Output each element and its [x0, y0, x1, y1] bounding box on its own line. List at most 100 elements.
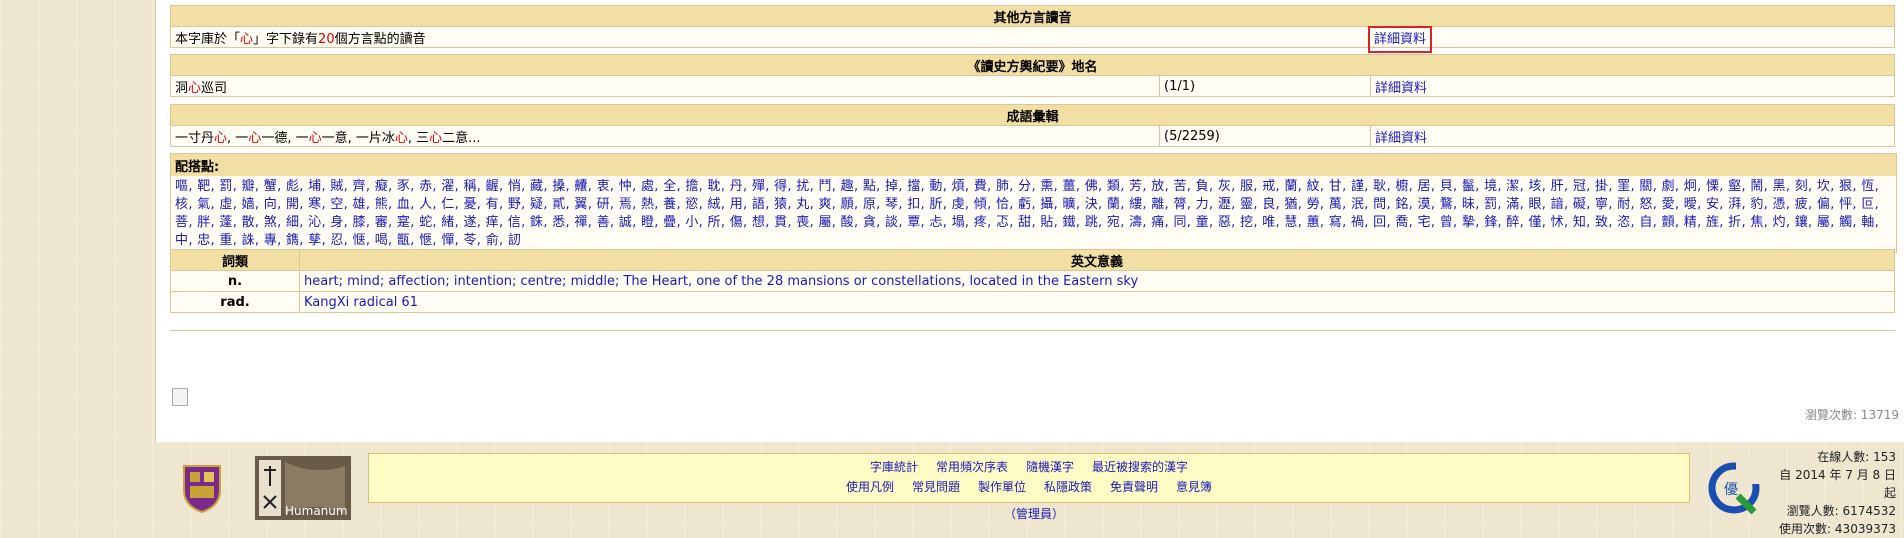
- pairing-char-link[interactable]: 虛: [219, 197, 232, 212]
- pairing-char-link[interactable]: 致: [1595, 215, 1608, 230]
- pairing-char-link[interactable]: 放: [1151, 179, 1164, 194]
- pairing-char-link[interactable]: 靈: [1240, 197, 1253, 212]
- footer-link[interactable]: 使用凡例: [846, 480, 894, 494]
- pairing-char-link[interactable]: 嘔: [175, 179, 188, 194]
- pairing-char-link[interactable]: 疊: [663, 215, 676, 230]
- pairing-char-link[interactable]: 蟹: [264, 179, 277, 194]
- pairing-char-link[interactable]: 關: [1639, 179, 1652, 194]
- pairing-char-link[interactable]: 鐵: [1063, 215, 1076, 230]
- pairing-char-link[interactable]: 唯: [1262, 215, 1275, 230]
- humanum-logo[interactable]: Humanum: [255, 456, 351, 520]
- pairing-char-link[interactable]: 服: [1240, 179, 1253, 194]
- pairing-char-link[interactable]: 熏: [1040, 179, 1053, 194]
- pairing-char-link[interactable]: 童: [1196, 215, 1209, 230]
- pairing-char-link[interactable]: 惬: [353, 233, 366, 248]
- pairing-char-link[interactable]: 灼: [1773, 215, 1786, 230]
- dialects-details-link[interactable]: 詳細資料: [1367, 25, 1433, 53]
- pairing-char-link[interactable]: 翼: [574, 197, 587, 212]
- pairing-char-link[interactable]: 願: [841, 197, 854, 212]
- pairing-char-link[interactable]: 全: [663, 179, 676, 194]
- pairing-char-link[interactable]: 跳: [1085, 215, 1098, 230]
- pairing-char-link[interactable]: 良: [1262, 197, 1275, 212]
- pairing-char-link[interactable]: 齊: [353, 179, 366, 194]
- pairing-char-link[interactable]: 坎: [1817, 179, 1830, 194]
- pairing-char-link[interactable]: 苦: [1173, 179, 1186, 194]
- pairing-char-link[interactable]: 怒: [1639, 197, 1652, 212]
- pairing-char-link[interactable]: 衷: [597, 179, 610, 194]
- pairing-char-link[interactable]: 負: [1196, 179, 1209, 194]
- pairing-char-link[interactable]: 愛: [1662, 197, 1675, 212]
- pairing-char-link[interactable]: 諳: [1551, 197, 1564, 212]
- pairing-char-link[interactable]: 挖: [1240, 215, 1253, 230]
- pairing-char-link[interactable]: 痛: [1151, 215, 1164, 230]
- pairing-char-link[interactable]: 豹: [1750, 197, 1763, 212]
- pairing-char-link[interactable]: 扰: [796, 179, 809, 194]
- pairing-char-link[interactable]: 曖: [1684, 197, 1697, 212]
- pairing-char-link[interactable]: 人: [419, 197, 432, 212]
- pairing-char-link[interactable]: 濯: [441, 179, 454, 194]
- pairing-char-link[interactable]: 疼: [974, 215, 987, 230]
- pairing-char-link[interactable]: 炯: [1684, 179, 1697, 194]
- pairing-char-link[interactable]: 悄: [508, 179, 521, 194]
- pairing-char-link[interactable]: 惡: [1218, 215, 1231, 230]
- pairing-char-link[interactable]: 藏: [530, 179, 543, 194]
- pairing-char-link[interactable]: 重: [219, 233, 232, 248]
- pairing-char-link[interactable]: 肵: [929, 197, 942, 212]
- pairing-char-link[interactable]: 怵: [1551, 215, 1564, 230]
- pairing-char-link[interactable]: 寫: [1329, 215, 1342, 230]
- pairing-char-link[interactable]: 疲: [1795, 197, 1808, 212]
- pairing-char-link[interactable]: 罰: [1484, 197, 1497, 212]
- pairing-char-link[interactable]: 潔: [1506, 179, 1519, 194]
- pairing-char-link[interactable]: 鶩: [1440, 197, 1453, 212]
- pairing-char-link[interactable]: 黑: [1773, 179, 1786, 194]
- pairing-char-link[interactable]: 禍: [1351, 215, 1364, 230]
- pairing-char-link[interactable]: 怦: [1839, 197, 1852, 212]
- pairing-char-link[interactable]: 煞: [264, 215, 277, 230]
- pairing-char-link[interactable]: 勞: [1307, 197, 1320, 212]
- pairing-char-link[interactable]: 櫥: [1395, 179, 1408, 194]
- pairing-char-link[interactable]: 摯: [1462, 215, 1475, 230]
- pairing-char-link[interactable]: 信: [508, 215, 521, 230]
- pairing-char-link[interactable]: 冠: [1573, 179, 1586, 194]
- pairing-char-link[interactable]: 問: [1373, 197, 1386, 212]
- pairing-char-link[interactable]: 丸: [796, 197, 809, 212]
- pairing-char-link[interactable]: 折: [1728, 215, 1741, 230]
- pairing-char-link[interactable]: 俞: [486, 233, 499, 248]
- pairing-char-link[interactable]: 細: [286, 215, 299, 230]
- pairing-char-link[interactable]: 丹: [730, 179, 743, 194]
- pairing-char-link[interactable]: 漠: [1418, 197, 1431, 212]
- pairing-char-link[interactable]: 身: [330, 215, 343, 230]
- pairing-char-link[interactable]: 猶: [1284, 197, 1297, 212]
- pairing-char-link[interactable]: 礙: [1573, 197, 1586, 212]
- pairing-char-link[interactable]: 有: [486, 197, 499, 212]
- pairing-char-link[interactable]: 齷: [486, 179, 499, 194]
- pairing-char-link[interactable]: 雄: [353, 197, 366, 212]
- footer-link[interactable]: 最近被搜索的漢字: [1092, 460, 1188, 474]
- pairing-char-link[interactable]: 慧: [1284, 215, 1297, 230]
- pairing-char-link[interactable]: 虧: [1018, 197, 1031, 212]
- pairing-char-link[interactable]: 戒: [1262, 179, 1275, 194]
- pairing-char-link[interactable]: 酸: [841, 215, 854, 230]
- pairing-char-link[interactable]: 膝: [353, 215, 366, 230]
- pairing-char-link[interactable]: 瞪: [641, 215, 654, 230]
- pairing-char-link[interactable]: 費: [974, 179, 987, 194]
- pairing-char-link[interactable]: 趣: [841, 179, 854, 194]
- pairing-char-link[interactable]: 縷: [1129, 197, 1142, 212]
- pairing-char-link[interactable]: 旌: [1706, 215, 1719, 230]
- pairing-char-link[interactable]: 觸: [1839, 215, 1852, 230]
- pairing-char-link[interactable]: 靶: [197, 179, 210, 194]
- pairing-char-link[interactable]: 貝: [1440, 179, 1453, 194]
- pairing-char-link[interactable]: 寔: [397, 215, 410, 230]
- pairing-char-link[interactable]: 回: [1373, 215, 1386, 230]
- pairing-char-link[interactable]: 寒: [308, 197, 321, 212]
- footer-link[interactable]: 常見問題: [912, 480, 960, 494]
- pairing-char-link[interactable]: 向: [264, 197, 277, 212]
- pairing-char-link[interactable]: 傾: [974, 197, 987, 212]
- pairing-char-link[interactable]: 偏: [1817, 197, 1830, 212]
- pairing-char-link[interactable]: 小: [685, 215, 698, 230]
- pairing-char-link[interactable]: 貼: [1040, 215, 1053, 230]
- pairing-char-link[interactable]: 恣: [1617, 215, 1630, 230]
- pairing-char-link[interactable]: 肺: [996, 179, 1009, 194]
- pairing-char-link[interactable]: 癡: [375, 179, 388, 194]
- footer-link[interactable]: 私隱政策: [1044, 480, 1092, 494]
